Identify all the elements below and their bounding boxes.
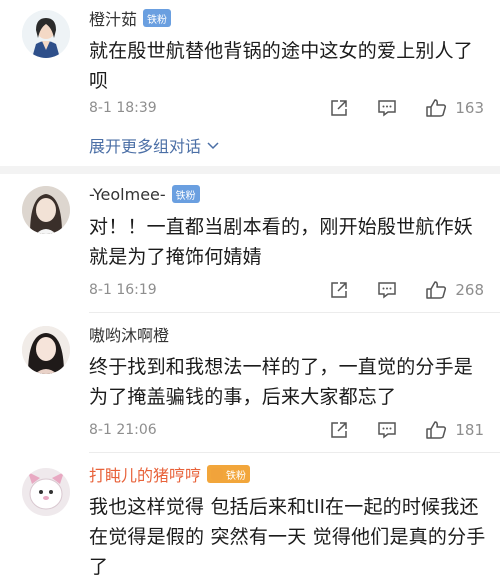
like-button[interactable]: 163 bbox=[425, 98, 484, 118]
username[interactable]: -Yeolmee- bbox=[89, 185, 166, 204]
avatar[interactable] bbox=[22, 326, 70, 374]
username[interactable]: 打盹儿的猪哼哼 bbox=[89, 462, 201, 486]
fan-badge: 铁粉 bbox=[171, 185, 200, 203]
share-icon[interactable] bbox=[329, 280, 349, 300]
like-icon bbox=[426, 421, 447, 439]
like-count: 181 bbox=[455, 421, 484, 439]
avatar[interactable] bbox=[22, 468, 70, 516]
comment-icon[interactable] bbox=[377, 98, 397, 118]
expand-label: 展开更多组对话 bbox=[89, 137, 202, 156]
like-icon bbox=[426, 99, 447, 117]
username[interactable]: 橙汁茹 bbox=[89, 6, 137, 30]
divider bbox=[89, 312, 500, 313]
comment-text: 对！！一直都当剧本看的，刚开始殷世航作妖就是为了掩饰何婧婧 bbox=[89, 216, 474, 268]
like-count: 268 bbox=[455, 281, 484, 299]
comment-icon[interactable] bbox=[377, 420, 397, 440]
avatar[interactable] bbox=[22, 186, 70, 234]
fan-badge-label: 铁粉 bbox=[226, 470, 247, 482]
share-icon[interactable] bbox=[329, 420, 349, 440]
divider bbox=[0, 166, 500, 174]
share-icon[interactable] bbox=[329, 98, 349, 118]
comment-icon[interactable] bbox=[377, 280, 397, 300]
crown-icon bbox=[211, 468, 224, 480]
timestamp: 8-1 16:19 bbox=[89, 282, 157, 298]
chevron-down-icon bbox=[207, 142, 219, 150]
fan-badge: 铁粉 bbox=[143, 9, 172, 27]
username[interactable]: 嗷哟沐啊橙 bbox=[89, 322, 169, 346]
like-button[interactable]: 181 bbox=[425, 420, 484, 440]
comment-text: 我也这样觉得 包括后来和tll在一起的时候我还在觉得是假的 突然有一天 觉得他们… bbox=[89, 496, 486, 578]
like-icon bbox=[426, 281, 447, 299]
expand-conversation-link[interactable]: 展开更多组对话 bbox=[89, 133, 221, 157]
timestamp: 8-1 21:06 bbox=[89, 422, 157, 438]
comment-text: 终于找到和我想法一样的了，一直觉的分手是为了掩盖骗钱的事，后来大家都忘了 bbox=[89, 356, 474, 408]
fan-badge: 铁粉 bbox=[207, 465, 251, 483]
timestamp: 8-1 18:39 bbox=[89, 100, 157, 116]
comment-text: 就在殷世航替他背锅的途中这女的爱上别人了呗 bbox=[89, 40, 474, 92]
like-count: 163 bbox=[455, 99, 484, 117]
divider bbox=[89, 452, 500, 453]
avatar[interactable] bbox=[22, 10, 70, 58]
like-button[interactable]: 268 bbox=[425, 280, 484, 300]
